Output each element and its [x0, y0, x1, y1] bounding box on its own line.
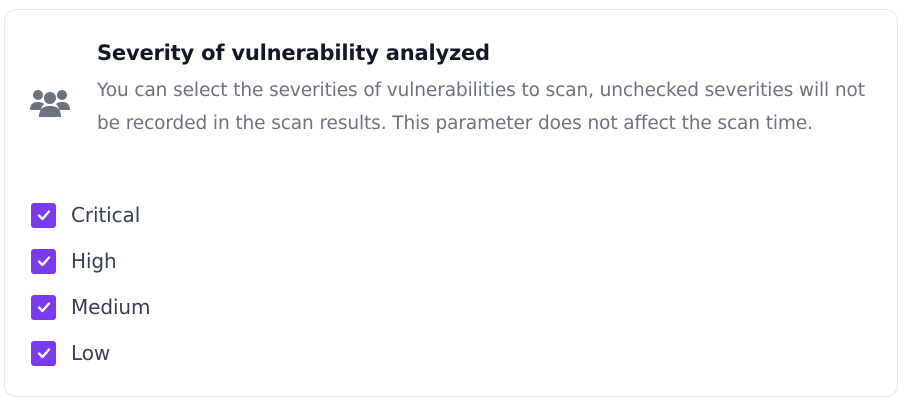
section-description: You can select the severities of vulnera…	[97, 80, 865, 134]
checkbox-high[interactable]	[31, 248, 56, 274]
option-label-medium: Medium	[71, 295, 151, 319]
checkbox-critical[interactable]	[31, 202, 56, 228]
option-label-critical: Critical	[71, 203, 141, 227]
section-header-text: Severity of vulnerability analyzed You c…	[97, 38, 867, 140]
severity-settings-card: Severity of vulnerability analyzed You c…	[4, 9, 898, 397]
users-icon	[29, 86, 71, 122]
check-icon	[37, 348, 50, 359]
severity-option-high[interactable]: High	[31, 247, 117, 275]
severity-option-low[interactable]: Low	[31, 339, 110, 367]
check-icon	[37, 256, 50, 267]
section-title: Severity of vulnerability analyzed	[97, 41, 490, 65]
check-icon	[37, 302, 50, 313]
option-label-high: High	[71, 249, 117, 273]
option-label-low: Low	[71, 341, 111, 365]
severity-option-medium[interactable]: Medium	[31, 293, 150, 321]
check-icon	[37, 210, 50, 221]
severity-option-critical[interactable]: Critical	[31, 201, 140, 229]
checkbox-medium[interactable]	[31, 294, 56, 320]
checkbox-low[interactable]	[31, 340, 56, 366]
